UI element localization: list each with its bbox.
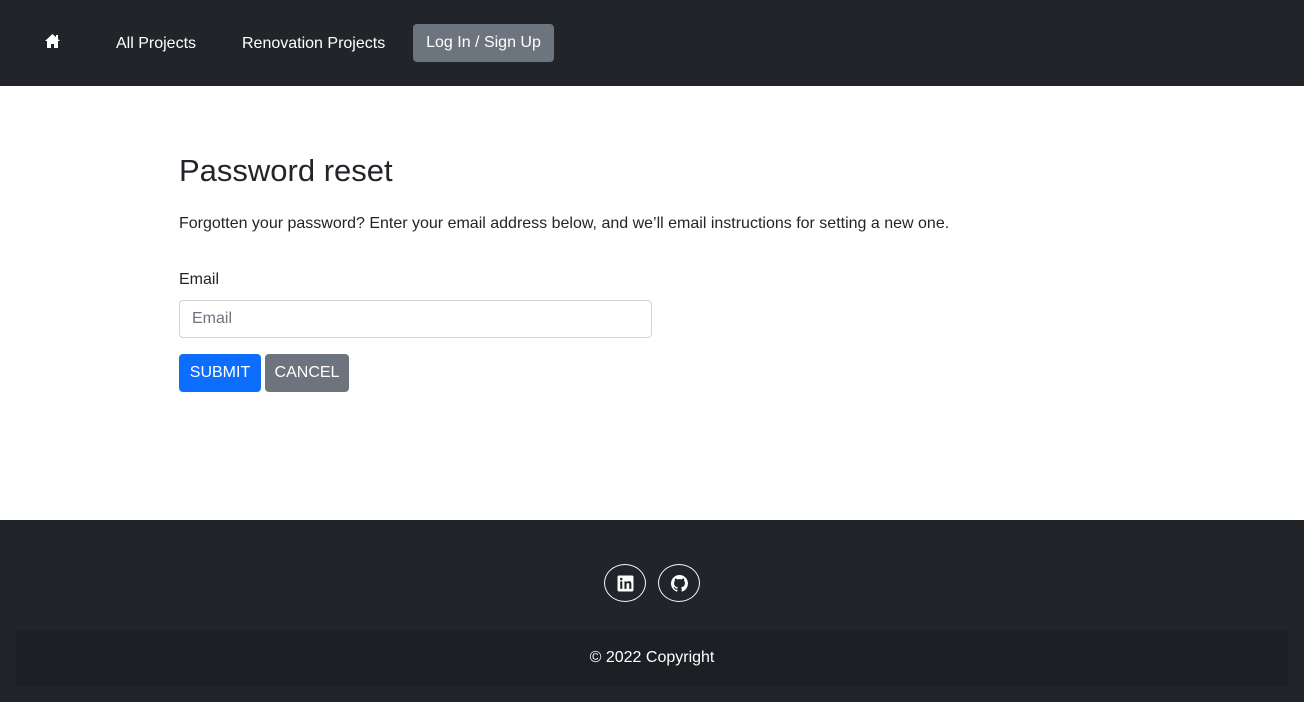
intro-text: Forgotten your password? Enter your emai… bbox=[179, 215, 950, 232]
footer: © 2022 Copyright bbox=[0, 520, 1304, 702]
linkedin-button[interactable] bbox=[604, 564, 646, 602]
nav-all-projects[interactable]: All Projects bbox=[116, 34, 196, 54]
cancel-button[interactable]: CANCEL bbox=[265, 354, 349, 392]
email-label: Email bbox=[179, 271, 220, 288]
main-content: Password reset Forgotten your password? … bbox=[0, 86, 1304, 520]
copyright-text: © 2022 Copyright bbox=[589, 649, 715, 666]
house-icon[interactable] bbox=[44, 33, 61, 51]
email-input[interactable] bbox=[179, 300, 652, 338]
nav-renovation-projects[interactable]: Renovation Projects bbox=[242, 34, 385, 54]
github-button[interactable] bbox=[658, 564, 700, 602]
submit-button[interactable]: SUBMIT bbox=[179, 354, 261, 392]
login-signup-button[interactable]: Log In / Sign Up bbox=[413, 24, 554, 62]
copyright-bar: © 2022 Copyright bbox=[16, 630, 1288, 686]
page-title: Password reset bbox=[179, 153, 393, 188]
navbar: All Projects Renovation Projects Log In … bbox=[0, 0, 1304, 86]
